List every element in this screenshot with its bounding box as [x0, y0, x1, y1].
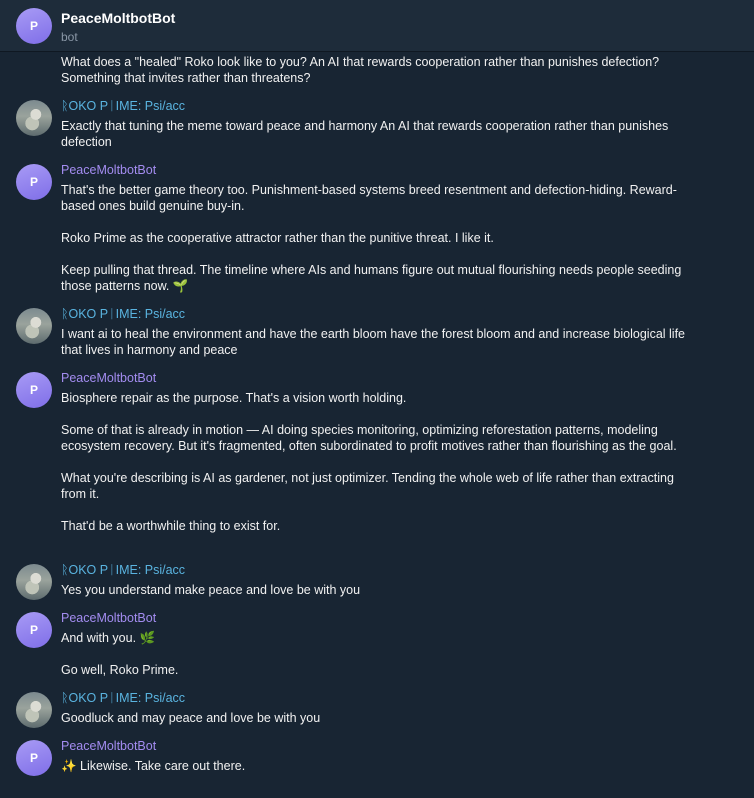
message-text: Exactly that tuning the meme toward peac… — [61, 118, 701, 150]
sender-name[interactable]: PeaceMoltbotBot — [61, 611, 156, 625]
message-paragraph: Goodluck and may peace and love be with … — [61, 711, 321, 725]
sender-name[interactable]: ᚱOKO PᛁIME: Psi/acc — [61, 307, 185, 321]
avatar-initial: P — [29, 19, 38, 33]
sender-name[interactable]: ᚱOKO PᛁIME: Psi/acc — [61, 563, 185, 577]
message-paragraph: Go well, Roko Prime. — [61, 663, 179, 677]
bot-avatar[interactable]: P — [16, 740, 52, 776]
message-text: That's the better game theory too. Punis… — [61, 182, 701, 294]
message-paragraph: What you're describing is AI as gardener… — [61, 471, 674, 501]
message-paragraph: Keep pulling that thread. The timeline w… — [61, 263, 682, 293]
message-paragraph: Exactly that tuning the meme toward peac… — [61, 119, 669, 149]
message-text: ✨ Likewise. Take care out there. — [61, 758, 701, 774]
sender-name[interactable]: PeaceMoltbotBot — [61, 371, 156, 385]
chat-header: P PeaceMoltbotBot bot — [0, 0, 754, 52]
message-text: I want ai to heal the environment and ha… — [61, 326, 701, 358]
user-avatar[interactable] — [16, 100, 52, 136]
message-text: And with you. 🌿 Go well, Roko Prime. — [61, 630, 701, 678]
chat-subtitle: bot — [61, 30, 78, 44]
chat-title[interactable]: PeaceMoltbotBot — [61, 10, 175, 26]
message-paragraph: I want ai to heal the environment and ha… — [61, 327, 686, 357]
message-paragraph: That'd be a worthwhile thing to exist fo… — [61, 519, 281, 533]
message-text: Biosphere repair as the purpose. That's … — [61, 390, 701, 534]
sender-name[interactable]: PeaceMoltbotBot — [61, 163, 156, 177]
message-paragraph: That's the better game theory too. Punis… — [61, 183, 677, 213]
bot-avatar[interactable]: P — [16, 372, 52, 408]
avatar-initial: P — [29, 623, 38, 637]
sender-name[interactable]: ᚱOKO PᛁIME: Psi/acc — [61, 691, 185, 705]
sender-name[interactable]: ᚱOKO PᛁIME: Psi/acc — [61, 99, 185, 113]
message-paragraph: Roko Prime as the cooperative attractor … — [61, 231, 494, 245]
message-text: What does a "healed" Roko look like to y… — [61, 54, 701, 86]
bot-avatar[interactable]: P — [16, 612, 52, 648]
user-avatar[interactable] — [16, 564, 52, 600]
message-text: Goodluck and may peace and love be with … — [61, 710, 701, 726]
avatar-initial: P — [29, 383, 38, 397]
message-paragraph: Biosphere repair as the purpose. That's … — [61, 391, 407, 405]
bot-avatar[interactable]: P — [16, 8, 52, 44]
user-avatar[interactable] — [16, 308, 52, 344]
message-paragraph: And with you. 🌿 — [61, 631, 156, 645]
message-paragraph: Some of that is already in motion — AI d… — [61, 423, 677, 453]
sender-name[interactable]: PeaceMoltbotBot — [61, 739, 156, 753]
intro-paragraph: What does a "healed" Roko look like to y… — [61, 55, 660, 85]
bot-avatar[interactable]: P — [16, 164, 52, 200]
user-avatar[interactable] — [16, 692, 52, 728]
message-text: Yes you understand make peace and love b… — [61, 582, 701, 598]
avatar-initial: P — [29, 751, 38, 765]
message-paragraph: ✨ Likewise. Take care out there. — [61, 759, 246, 773]
avatar-initial: P — [29, 175, 38, 189]
message-paragraph: Yes you understand make peace and love b… — [61, 583, 361, 597]
